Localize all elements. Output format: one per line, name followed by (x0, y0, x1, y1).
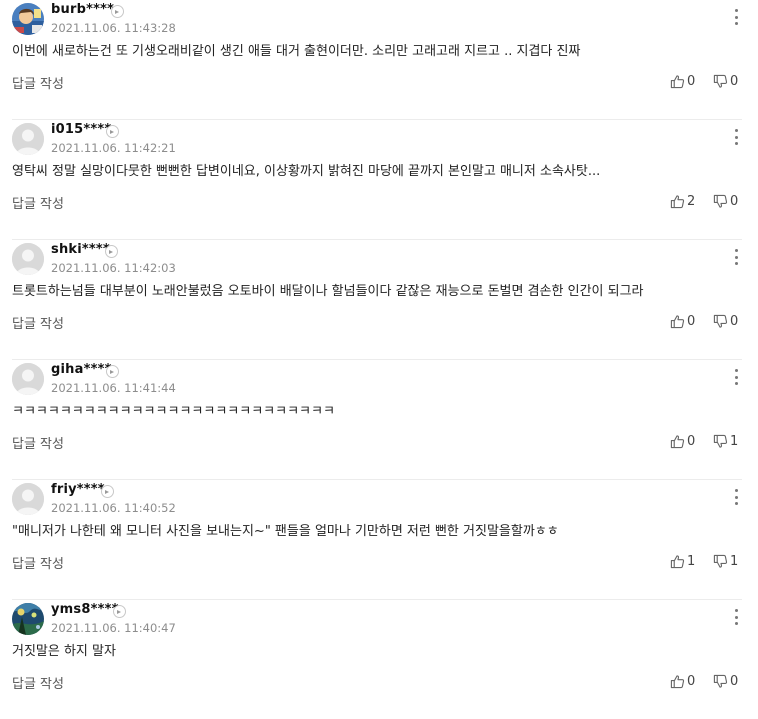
more-options-button[interactable] (728, 128, 744, 146)
thumbs-down-icon (713, 74, 728, 89)
dislike-count: 0 (730, 673, 739, 689)
thumbs-down-icon (713, 194, 728, 209)
comment-nickname[interactable]: yms8**** (51, 602, 119, 617)
more-vertical-icon (734, 129, 738, 132)
comment-text: 영탁씨 정말 실망이다뭇한 뻔뻔한 답변이네요, 이상황까지 밝혀진 마당에 끝… (12, 164, 601, 179)
like-count: 1 (687, 553, 696, 569)
like-count: 0 (687, 73, 696, 89)
more-vertical-icon (734, 249, 738, 252)
dislike-button[interactable]: 0 (713, 672, 738, 690)
comment-item: shki**** 2021.11.06. 11:42:03 트롯트하는넘들 대부… (0, 240, 758, 360)
more-options-button[interactable] (728, 608, 744, 626)
thumbs-up-icon (670, 194, 685, 209)
thumbs-down-icon (713, 314, 728, 329)
comment-text: 이번에 새로하는건 또 기생오래비같이 생긴 애들 대거 출현이더만. 소리만 … (12, 44, 581, 59)
comment-nickname[interactable]: friy**** (51, 482, 105, 497)
comment-text: 거짓말은 하지 말자 (12, 644, 116, 659)
dislike-count: 0 (730, 313, 739, 329)
more-options-button[interactable] (728, 368, 744, 386)
comment-list: burb**** 2021.11.06. 11:43:28 이번에 새로하는건 … (0, 0, 758, 719)
more-vertical-icon (734, 369, 738, 372)
reply-button[interactable]: 답글 작성 (12, 673, 64, 692)
comment-date: 2021.11.06. 11:41:44 (51, 381, 176, 395)
more-options-button[interactable] (728, 248, 744, 266)
profile-arrow-icon[interactable] (105, 245, 118, 258)
dislike-count: 0 (730, 73, 739, 89)
comment-text: "매니저가 나한테 왜 모니터 사진을 보내는지~" 팬들을 얼마나 기만하면 … (12, 524, 559, 539)
profile-arrow-icon[interactable] (111, 5, 124, 18)
thumbs-up-icon (670, 674, 685, 689)
thumbs-up-icon (670, 74, 685, 89)
avatar[interactable] (12, 363, 44, 395)
thumbs-down-icon (713, 554, 728, 569)
comment-item: yms8**** 2021.11.06. 11:40:47 거짓말은 하지 말자… (0, 600, 758, 719)
dislike-button[interactable]: 0 (713, 312, 738, 330)
comment-item: i015**** 2021.11.06. 11:42:21 영탁씨 정말 실망이… (0, 120, 758, 240)
thumbs-down-icon (713, 674, 728, 689)
comment-nickname[interactable]: giha**** (51, 362, 112, 377)
dislike-button[interactable]: 1 (713, 552, 738, 570)
avatar[interactable] (12, 3, 44, 35)
like-button[interactable]: 0 (670, 72, 695, 90)
like-count: 2 (687, 193, 696, 209)
thumbs-up-icon (670, 434, 685, 449)
reply-button[interactable]: 답글 작성 (12, 193, 64, 212)
comment-nickname[interactable]: shki**** (51, 242, 110, 257)
profile-arrow-icon[interactable] (101, 485, 114, 498)
like-count: 0 (687, 433, 696, 449)
reply-button[interactable]: 답글 작성 (12, 73, 64, 92)
profile-arrow-icon[interactable] (106, 125, 119, 138)
comment-date: 2021.11.06. 11:42:21 (51, 141, 176, 155)
reply-button[interactable]: 답글 작성 (12, 553, 64, 572)
thumbs-down-icon (713, 434, 728, 449)
comment-date: 2021.11.06. 11:43:28 (51, 21, 176, 35)
dislike-button[interactable]: 0 (713, 72, 738, 90)
dislike-count: 1 (730, 553, 739, 569)
more-options-button[interactable] (728, 488, 744, 506)
comment-item: burb**** 2021.11.06. 11:43:28 이번에 새로하는건 … (0, 0, 758, 120)
comment-nickname[interactable]: burb**** (51, 2, 114, 17)
avatar[interactable] (12, 123, 44, 155)
more-vertical-icon (734, 609, 738, 612)
profile-arrow-icon[interactable] (106, 365, 119, 378)
thumbs-up-icon (670, 554, 685, 569)
reply-button[interactable]: 답글 작성 (12, 433, 64, 452)
comment-nickname[interactable]: i015**** (51, 122, 111, 137)
more-vertical-icon (734, 489, 738, 492)
like-button[interactable]: 0 (670, 672, 695, 690)
like-button[interactable]: 0 (670, 312, 695, 330)
dislike-count: 0 (730, 193, 739, 209)
comment-item: giha**** 2021.11.06. 11:41:44 ㅋㅋㅋㅋㅋㅋㅋㅋㅋㅋ… (0, 360, 758, 480)
more-options-button[interactable] (728, 8, 744, 26)
like-button[interactable]: 2 (670, 192, 695, 210)
more-vertical-icon (734, 9, 738, 12)
comment-date: 2021.11.06. 11:40:52 (51, 501, 176, 515)
comment-date: 2021.11.06. 11:40:47 (51, 621, 176, 635)
comment-date: 2021.11.06. 11:42:03 (51, 261, 176, 275)
like-count: 0 (687, 673, 696, 689)
avatar[interactable] (12, 483, 44, 515)
like-button[interactable]: 1 (670, 552, 695, 570)
dislike-button[interactable]: 1 (713, 432, 738, 450)
like-count: 0 (687, 313, 696, 329)
comment-item: friy**** 2021.11.06. 11:40:52 "매니저가 나한테 … (0, 480, 758, 600)
like-button[interactable]: 0 (670, 432, 695, 450)
comment-text: 트롯트하는넘들 대부분이 노래안불렀음 오토바이 배달이나 할넘들이다 같잖은 … (12, 284, 644, 299)
thumbs-up-icon (670, 314, 685, 329)
avatar[interactable] (12, 243, 44, 275)
profile-arrow-icon[interactable] (113, 605, 126, 618)
reply-button[interactable]: 답글 작성 (12, 313, 64, 332)
dislike-button[interactable]: 0 (713, 192, 738, 210)
comment-text: ㅋㅋㅋㅋㅋㅋㅋㅋㅋㅋㅋㅋㅋㅋㅋㅋㅋㅋㅋㅋㅋㅋㅋㅋㅋㅋㅋ (12, 404, 335, 419)
avatar[interactable] (12, 603, 44, 635)
dislike-count: 1 (730, 433, 739, 449)
